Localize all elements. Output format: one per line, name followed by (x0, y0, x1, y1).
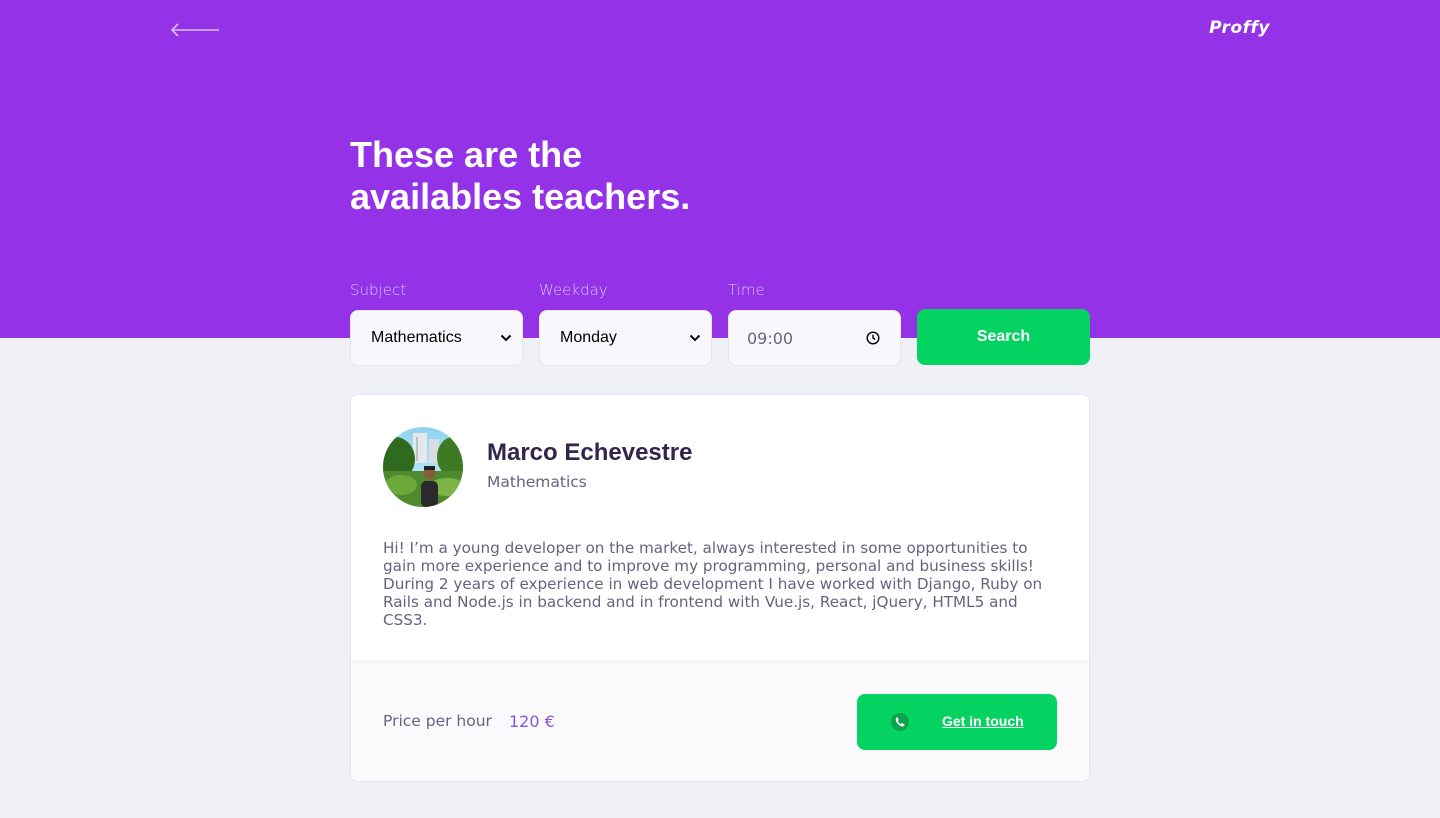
top-bar: Proffy (170, 18, 1270, 42)
get-in-touch-button[interactable]: Get in touch (857, 694, 1057, 750)
page-title-line-1: These are the (350, 134, 583, 175)
chevron-down-icon (689, 334, 701, 342)
card-footer: Price per hour 120 € Get in touch (351, 661, 1089, 781)
time-input-value: 09:00 (747, 328, 794, 348)
chevron-down-icon (500, 334, 512, 342)
weekday-select[interactable]: Monday (539, 310, 712, 366)
subject-label: Subject (350, 281, 407, 299)
subject-select-value: Mathematics (371, 329, 462, 346)
arrow-left-icon[interactable] (170, 22, 220, 38)
whatsapp-icon (891, 713, 909, 731)
teacher-name: Marco Echevestre (487, 439, 693, 466)
time-input[interactable]: 09:00 (728, 310, 901, 366)
price-value: 120 € (509, 712, 555, 731)
logo: Proffy (1209, 18, 1270, 38)
subject-select[interactable]: Mathematics (350, 310, 523, 366)
teacher-card: Marco Echevestre Mathematics Hi! I’m a y… (350, 394, 1090, 782)
page-title-line-2: availables teachers. (350, 176, 691, 217)
page-title: These are the availables teachers. (350, 134, 770, 218)
time-label: Time (728, 281, 765, 299)
price-label: Price per hour (383, 712, 492, 730)
search-button-label: Search (976, 328, 1031, 345)
weekday-select-value: Monday (560, 329, 617, 346)
teacher-bio: Hi! I’m a young developer on the market,… (383, 539, 1043, 629)
weekday-label: Weekday (539, 281, 608, 299)
clock-icon[interactable] (866, 331, 880, 345)
get-in-touch-label: Get in touch (942, 713, 1024, 729)
teacher-subject: Mathematics (487, 473, 587, 491)
page-header: Proffy These are the availables teachers… (0, 0, 1440, 338)
avatar (383, 427, 463, 507)
search-button[interactable]: Search (917, 309, 1090, 365)
